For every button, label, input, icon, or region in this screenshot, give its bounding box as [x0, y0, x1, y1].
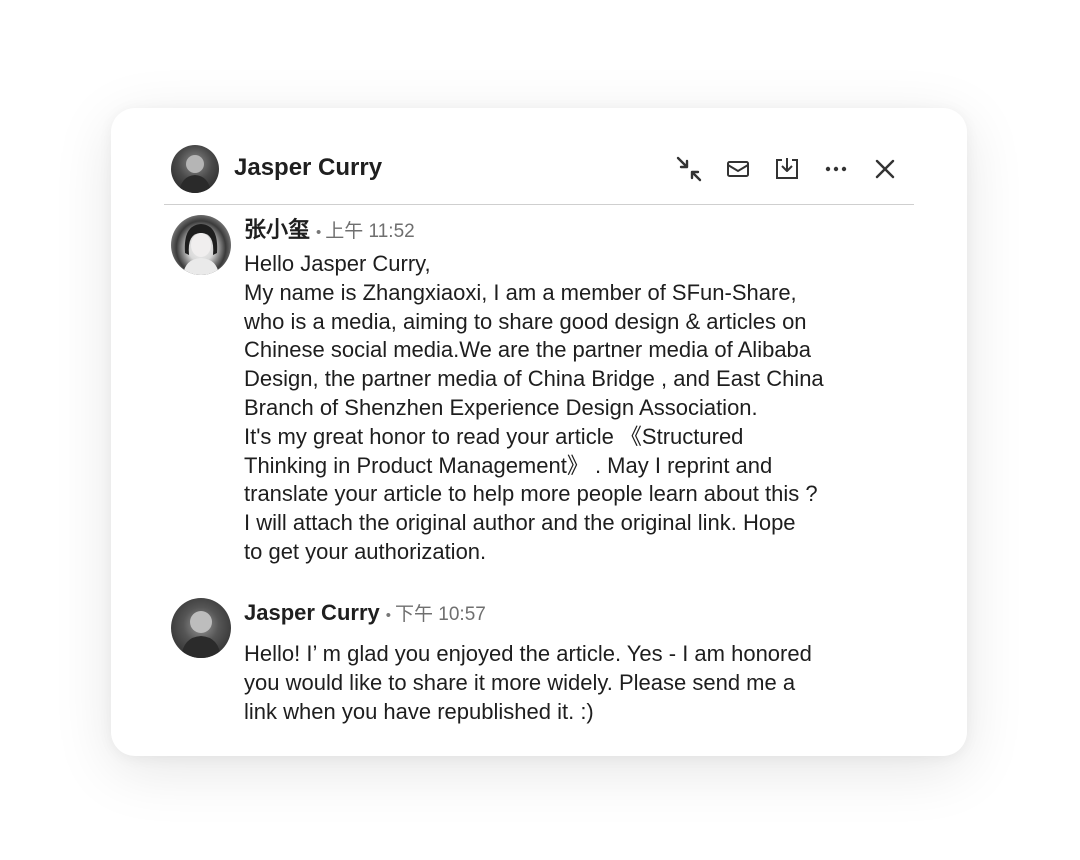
- text-line: Branch of Shenzhen Experience Design Ass…: [244, 394, 758, 420]
- download-icon: [776, 158, 798, 179]
- text-line: link when you have republished it. :): [244, 698, 594, 724]
- text-line: Design, the partner media of China Bridg…: [244, 366, 824, 392]
- download-button[interactable]: [772, 154, 802, 184]
- person-portrait-icon: [181, 611, 221, 658]
- text-line: My name is Zhangxiaoxi, I am a member of…: [244, 279, 797, 305]
- message-meta: Jasper Curry • 下午 10:57: [244, 598, 907, 628]
- text-line: Chinese social media.We are the partner …: [244, 337, 812, 363]
- message-meta: 张小玺 • 上午 11:52: [244, 215, 907, 245]
- message-content: Jasper Curry • 下午 10:57 Hello! I’ m glad y…: [244, 598, 907, 726]
- conversation-title: Jasper Curry: [234, 154, 383, 181]
- text-line: Hello Jasper Curry,: [244, 251, 431, 276]
- sender-avatar[interactable]: [171, 598, 231, 658]
- text-line: who is a media, aiming to share good des…: [244, 308, 807, 334]
- header-actions: [655, 154, 900, 184]
- person-portrait-icon: [183, 224, 219, 275]
- text-line: I will attach the original author and th…: [244, 510, 796, 536]
- message-time: 上午 11:52: [325, 221, 415, 242]
- text-line: you would like to share it more widely. …: [244, 669, 796, 695]
- text-line: to get your authorization.: [244, 538, 487, 564]
- conversation-header: Jasper Curry: [164, 136, 914, 205]
- text-line: Hello! I’ m glad you enjoyed the article…: [244, 641, 812, 666]
- header-avatar[interactable]: [171, 145, 219, 193]
- message-text: Hello! I’ m glad you enjoyed the article…: [244, 640, 907, 726]
- more-button[interactable]: [821, 154, 851, 184]
- text-line: It's my great honor to read your article…: [244, 423, 744, 449]
- sender-avatar[interactable]: [171, 215, 231, 275]
- person-silhouette-icon: [179, 155, 211, 193]
- sender-name[interactable]: 张小玺: [244, 217, 310, 242]
- collapse-arrows-icon: [676, 156, 702, 182]
- more-icon: [825, 166, 847, 172]
- text-line: Thinking in Product Management》 . May I …: [244, 452, 773, 478]
- close-button[interactable]: [870, 154, 900, 184]
- meta-separator: •: [385, 607, 392, 624]
- collapse-button[interactable]: [674, 154, 704, 184]
- mail-icon: [727, 161, 749, 177]
- message-window: Jasper Curry 张小玺 • 上午 11:52 Hello Jasper…: [111, 108, 967, 756]
- sender-name[interactable]: Jasper Curry: [244, 600, 380, 625]
- mail-button[interactable]: [723, 154, 753, 184]
- meta-separator: •: [316, 224, 322, 241]
- message-content: 张小玺 • 上午 11:52 Hello Jasper Curry, My name…: [244, 215, 907, 567]
- message-text: Hello Jasper Curry, My name is Zhangxiao…: [244, 250, 907, 567]
- text-line: translate your article to help more peop…: [244, 481, 818, 507]
- close-icon: [875, 159, 895, 179]
- message-time: 下午 10:57: [395, 604, 486, 625]
